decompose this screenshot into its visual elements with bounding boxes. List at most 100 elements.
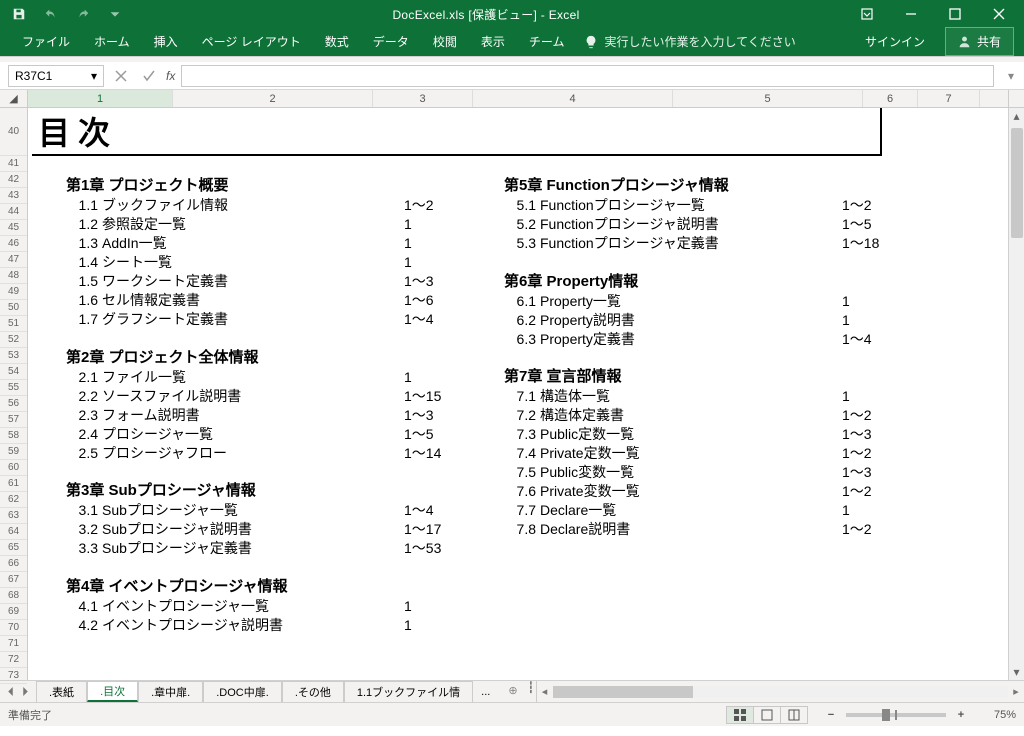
row-header[interactable]: 53 (0, 348, 27, 364)
row-header[interactable]: 71 (0, 636, 27, 652)
row-header[interactable]: 58 (0, 428, 27, 444)
close-icon[interactable] (978, 0, 1020, 28)
formula-input[interactable] (181, 65, 994, 87)
worksheet[interactable]: 目次 第1章 プロジェクト概要1.1ブックファイル情報1～21.2参照設定一覧1… (28, 108, 1008, 680)
row-header[interactable]: 61 (0, 476, 27, 492)
fx-label[interactable]: fx (166, 69, 181, 83)
page-break-view-button[interactable] (780, 706, 808, 724)
row-header[interactable]: 72 (0, 652, 27, 668)
cancel-icon[interactable] (110, 65, 132, 87)
tab-nav[interactable] (0, 681, 36, 702)
zoom-out-button[interactable]: − (824, 709, 838, 721)
sheet-tab[interactable]: .表紙 (36, 681, 87, 702)
qat-customize-icon[interactable] (104, 3, 126, 25)
enter-icon[interactable] (138, 65, 160, 87)
row-header[interactable]: 55 (0, 380, 27, 396)
ribbon-tab[interactable]: ページ レイアウト (190, 27, 313, 56)
page-layout-view-button[interactable] (753, 706, 781, 724)
tell-me[interactable]: 実行したい作業を入力してください (576, 27, 803, 56)
hscroll-left-icon[interactable]: ◂ (537, 681, 553, 702)
row-header[interactable]: 67 (0, 572, 27, 588)
ribbon-tab[interactable]: データ (361, 27, 421, 56)
column-header[interactable]: 1 (28, 90, 173, 107)
row-header[interactable]: 43 (0, 188, 27, 204)
scroll-down-icon[interactable]: ▾ (1009, 664, 1024, 680)
column-header[interactable]: 3 (373, 90, 473, 107)
chevron-down-icon[interactable]: ▾ (91, 69, 97, 83)
row-header[interactable]: 70 (0, 620, 27, 636)
share-button[interactable]: 共有 (945, 27, 1014, 56)
row-header[interactable]: 56 (0, 396, 27, 412)
name-box[interactable]: R37C1 ▾ (8, 65, 104, 87)
tab-prev-icon[interactable] (6, 687, 15, 696)
ribbon-tab[interactable]: ファイル (10, 27, 82, 56)
more-tabs[interactable]: ... (473, 681, 498, 702)
row-header[interactable]: 47 (0, 252, 27, 268)
row-header[interactable]: 51 (0, 316, 27, 332)
sheet-tab[interactable]: .DOC中扉. (203, 681, 282, 702)
redo-icon[interactable] (72, 3, 94, 25)
vertical-scrollbar[interactable]: ▴ ▾ (1008, 108, 1024, 680)
row-header[interactable]: 54 (0, 364, 27, 380)
ribbon-tab[interactable]: 数式 (313, 27, 361, 56)
row-header[interactable]: 65 (0, 540, 27, 556)
row-header[interactable]: 42 (0, 172, 27, 188)
row-header[interactable]: 44 (0, 204, 27, 220)
ribbon-tab[interactable]: ホーム (82, 27, 142, 56)
ribbon-tab[interactable]: チーム (517, 27, 577, 56)
tab-splitter[interactable]: ┆ (528, 681, 536, 702)
sign-in[interactable]: サインイン (851, 27, 939, 56)
sheet-tab[interactable]: .章中扉. (138, 681, 203, 702)
expand-formula-icon[interactable]: ▾ (1002, 65, 1020, 87)
save-icon[interactable] (8, 3, 30, 25)
row-header[interactable]: 66 (0, 556, 27, 572)
hscroll-thumb[interactable] (553, 686, 693, 698)
row-header[interactable]: 68 (0, 588, 27, 604)
minimize-icon[interactable] (890, 0, 932, 28)
row-header[interactable]: 40 (0, 108, 27, 156)
row-header[interactable]: 52 (0, 332, 27, 348)
row-header[interactable]: 64 (0, 524, 27, 540)
column-header[interactable]: 2 (173, 90, 373, 107)
sheet-tab[interactable]: .目次 (87, 681, 138, 702)
sheet-tab[interactable]: .その他 (282, 681, 344, 702)
row-header[interactable]: 45 (0, 220, 27, 236)
row-header[interactable]: 60 (0, 460, 27, 476)
scroll-thumb[interactable] (1011, 128, 1023, 238)
sheet-tab[interactable]: 1.1ブックファイル情 (344, 681, 473, 702)
row-header[interactable]: 57 (0, 412, 27, 428)
scroll-up-icon[interactable]: ▴ (1009, 108, 1024, 124)
chapter-heading: 第4章 イベントプロシージャ情報 (66, 579, 466, 596)
row-header[interactable]: 62 (0, 492, 27, 508)
row-header[interactable]: 59 (0, 444, 27, 460)
select-all-corner[interactable]: ◢ (0, 90, 28, 107)
new-sheet-button[interactable]: ⊕ (498, 681, 527, 702)
row-header[interactable]: 69 (0, 604, 27, 620)
toc-entry: 2.3フォーム説明書1～3 (66, 406, 466, 425)
formula-bar: R37C1 ▾ fx ▾ (0, 62, 1024, 90)
ribbon-options-icon[interactable] (846, 0, 888, 28)
row-header[interactable]: 46 (0, 236, 27, 252)
zoom-slider[interactable] (846, 713, 946, 717)
column-header[interactable]: 4 (473, 90, 673, 107)
undo-icon[interactable] (40, 3, 62, 25)
toc-right-column: 第5章 Functionプロシージャ情報5.1Functionプロシージャ一覧1… (504, 172, 904, 635)
column-header[interactable]: 7 (918, 90, 980, 107)
hscroll-right-icon[interactable]: ▸ (1008, 681, 1024, 702)
ribbon-tab[interactable]: 表示 (469, 27, 517, 56)
maximize-icon[interactable] (934, 0, 976, 28)
tab-next-icon[interactable] (21, 687, 30, 696)
column-header[interactable]: 5 (673, 90, 863, 107)
row-header[interactable]: 63 (0, 508, 27, 524)
ribbon-tab[interactable]: 校閲 (421, 27, 469, 56)
normal-view-button[interactable] (726, 706, 754, 724)
zoom-in-button[interactable]: + (954, 709, 968, 721)
row-header[interactable]: 49 (0, 284, 27, 300)
zoom-percent[interactable]: 75% (976, 709, 1016, 721)
horizontal-scrollbar[interactable]: ◂ ▸ (536, 681, 1024, 702)
row-header[interactable]: 50 (0, 300, 27, 316)
row-header[interactable]: 48 (0, 268, 27, 284)
column-header[interactable]: 6 (863, 90, 918, 107)
row-header[interactable]: 41 (0, 156, 27, 172)
ribbon-tab[interactable]: 挿入 (142, 27, 190, 56)
